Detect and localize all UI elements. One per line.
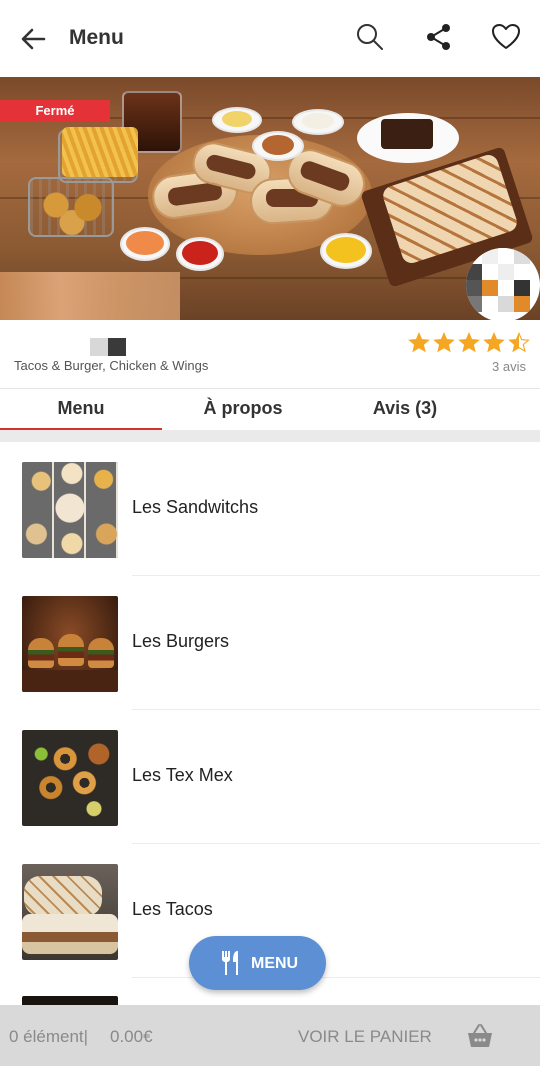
sauce [326,237,366,263]
category-thumbnail [22,730,118,826]
tab-about[interactable]: À propos [162,389,324,431]
star-icon [483,331,505,353]
search-icon[interactable] [355,22,385,52]
restaurant-name-pixelated [90,338,126,356]
menu-fab-button[interactable]: MENU [189,936,326,990]
rating-stars [408,331,533,354]
category-thumbnail [22,864,118,960]
logo-pixel [466,296,482,312]
brownie [381,119,433,149]
logo-pixel [498,248,514,264]
category-label: Les Tex Mex [132,765,233,785]
reviews-count[interactable]: 3 avis [492,359,526,374]
share-icon[interactable] [424,22,454,52]
fork-knife-icon [222,951,238,975]
closed-status-badge: Fermé [0,100,110,122]
category-label: Les Sandwitchs [132,497,259,517]
logo-pixel [498,296,514,312]
star-icon [408,331,430,353]
star-icon [508,331,530,353]
logo-pixel [498,264,514,280]
logo-pixel [514,264,530,280]
pixelated-region [0,272,180,320]
basket-icon[interactable] [466,1023,494,1049]
restaurant-info: Tacos & Burger, Chicken & Wings 3 avis [0,320,540,388]
heart-icon[interactable] [491,22,521,52]
logo-pixel [466,248,482,264]
logo-pixel [482,248,498,264]
sauce [182,241,218,265]
logo-pixel [466,280,482,296]
tab-reviews[interactable]: Avis (3) [324,389,486,431]
logo-pixel [482,280,498,296]
logo-pixel [514,296,530,312]
view-cart-button[interactable]: VOIR LE PANIER [298,1027,432,1047]
sauce [262,135,294,155]
sauce [126,231,164,255]
star-icon [458,331,480,353]
sauce [222,111,252,127]
page-title: Menu [69,26,124,49]
restaurant-categories: Tacos & Burger, Chicken & Wings [14,358,209,373]
app-bar: Menu [0,0,540,77]
cart-item-count: 0 élément| [9,1027,89,1046]
logo-pixel [498,280,514,296]
sauce [302,113,334,129]
logo-pixel [466,264,482,280]
restaurant-logo [466,248,540,322]
list-item[interactable]: Les Sandwitchs [0,442,540,576]
list-item[interactable]: Les Tex Mex [0,710,540,844]
category-label: Les Burgers [132,631,230,651]
category-label: Les Tacos [132,899,213,919]
tab-bar: Menu À propos Avis (3) [0,388,540,431]
category-thumbnail [22,462,118,558]
logo-pixel [482,264,498,280]
star-icon [433,331,455,353]
category-thumbnail [22,596,118,692]
divider [0,430,540,442]
tab-menu[interactable]: Menu [0,389,162,431]
logo-pixel [514,280,530,296]
logo-pixel [514,248,530,264]
fries [62,127,138,177]
cart-bar: 0 élément| 0.00€ VOIR LE PANIER [0,1005,540,1066]
logo-pixel [482,296,498,312]
menu-fab-label: MENU [251,955,299,972]
back-arrow-icon[interactable] [18,24,48,54]
list-item[interactable]: Les Burgers [0,576,540,710]
cart-total: 0.00€ [110,1027,153,1046]
nuggets [32,185,112,235]
